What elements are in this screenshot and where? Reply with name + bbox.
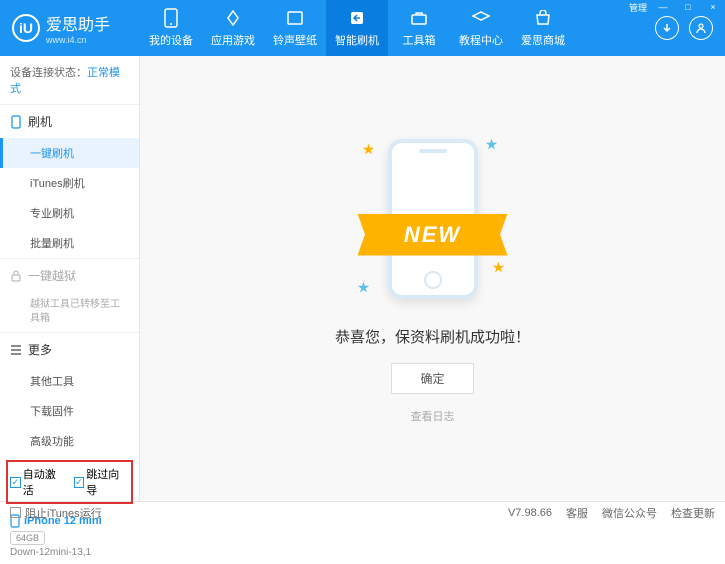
auto-activate-checkbox[interactable]: ✓自动激活 (10, 466, 66, 498)
logo-icon: iU (12, 14, 40, 42)
wechat-link[interactable]: 微信公众号 (602, 505, 657, 521)
sidebar-item-batch-flash[interactable]: 批量刷机 (0, 228, 139, 258)
nav-my-device[interactable]: 我的设备 (140, 0, 202, 56)
version-label: V7.98.66 (508, 507, 552, 519)
sidebar-group-flash[interactable]: 刷机 (0, 105, 139, 138)
options-highlight: ✓自动激活 ✓跳过向导 (6, 460, 133, 504)
apps-icon (223, 8, 243, 28)
support-link[interactable]: 客服 (566, 505, 588, 521)
window-controls: 管理 — □ × (626, 0, 725, 14)
view-log-link[interactable]: 查看日志 (411, 408, 455, 424)
nav-toolbox[interactable]: 工具箱 (388, 0, 450, 56)
sidebar: 设备连接状态：正常模式 刷机 一键刷机 iTunes刷机 专业刷机 批量刷机 一… (0, 56, 140, 501)
sidebar-item-oneclick-flash[interactable]: 一键刷机 (0, 138, 139, 168)
storage-badge: 64GB (10, 531, 45, 545)
wallpaper-icon (285, 8, 305, 28)
check-update-link[interactable]: 检查更新 (671, 505, 715, 521)
header: iU 爱思助手 www.i4.cn 我的设备 应用游戏 铃声壁纸 智能刷机 工具… (0, 0, 725, 56)
nav-store[interactable]: 爱思商城 (512, 0, 574, 56)
download-button[interactable] (655, 16, 679, 40)
window-close-button[interactable]: × (701, 0, 725, 14)
nav-tutorials[interactable]: 教程中心 (450, 0, 512, 56)
brand-name: 爱思助手 (46, 11, 110, 35)
logo-area: iU 爱思助手 www.i4.cn (0, 11, 140, 45)
sidebar-item-pro-flash[interactable]: 专业刷机 (0, 198, 139, 228)
window-manage-button[interactable]: 管理 (626, 0, 650, 14)
phone-small-icon (10, 115, 22, 129)
success-illustration: NEW (353, 134, 513, 314)
toolbox-icon (409, 8, 429, 28)
sidebar-item-advanced[interactable]: 高级功能 (0, 426, 139, 456)
nav: 我的设备 应用游戏 铃声壁纸 智能刷机 工具箱 教程中心 爱思商城 (140, 0, 643, 56)
success-message: 恭喜您，保资料刷机成功啦！ (335, 326, 530, 347)
device-model: Down-12mini-13,1 (10, 547, 129, 558)
device-status: 设备连接状态：正常模式 (0, 56, 139, 104)
new-ribbon: NEW (358, 214, 508, 256)
nav-ringtones[interactable]: 铃声壁纸 (264, 0, 326, 56)
brand-url: www.i4.cn (46, 35, 110, 45)
confirm-button[interactable]: 确定 (391, 363, 473, 394)
main-content: NEW 恭喜您，保资料刷机成功啦！ 确定 查看日志 (140, 56, 725, 501)
sidebar-group-more[interactable]: 更多 (0, 333, 139, 366)
phone-icon (161, 8, 181, 28)
lock-icon (10, 270, 22, 282)
grad-cap-icon (471, 8, 491, 28)
menu-icon (10, 345, 22, 355)
sidebar-item-download-firmware[interactable]: 下载固件 (0, 396, 139, 426)
flash-icon (347, 8, 367, 28)
window-maximize-button[interactable]: □ (676, 0, 700, 14)
store-icon (533, 8, 553, 28)
nav-smart-flash[interactable]: 智能刷机 (326, 0, 388, 56)
sidebar-group-jailbreak: 一键越狱 (0, 259, 139, 292)
sidebar-item-itunes-flash[interactable]: iTunes刷机 (0, 168, 139, 198)
window-minimize-button[interactable]: — (651, 0, 675, 14)
block-itunes-checkbox[interactable]: 阻止iTunes运行 (10, 505, 102, 521)
skip-guide-checkbox[interactable]: ✓跳过向导 (74, 466, 130, 498)
jailbreak-note: 越狱工具已转移至工具箱 (0, 292, 139, 332)
user-button[interactable] (689, 16, 713, 40)
nav-apps[interactable]: 应用游戏 (202, 0, 264, 56)
sidebar-item-other-tools[interactable]: 其他工具 (0, 366, 139, 396)
